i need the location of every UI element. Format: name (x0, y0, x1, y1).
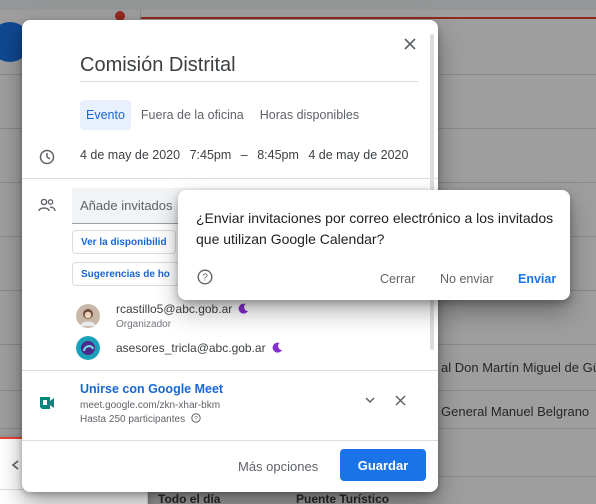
help-circle-icon[interactable]: ? (191, 413, 201, 423)
avatar (76, 304, 100, 328)
start-date[interactable]: 4 de may de 2020 (80, 148, 180, 162)
chevron-down-icon[interactable] (358, 388, 382, 412)
divider (22, 178, 438, 179)
help-circle-icon[interactable]: ? (196, 268, 214, 286)
remove-meet-close-icon[interactable] (388, 388, 412, 412)
dont-send-button[interactable]: No enviar (440, 272, 494, 286)
tab-event[interactable]: Evento (80, 100, 131, 130)
join-google-meet-link[interactable]: Unirse con Google Meet (80, 382, 223, 396)
close-button[interactable]: Cerrar (380, 272, 415, 286)
guest-email-text: rcastillo5@abc.gob.ar (116, 302, 233, 316)
event-type-tabs: Evento Fuera de la oficina Horas disponi… (80, 100, 365, 130)
guest-email-text: asesores_tricla@abc.gob.ar (116, 341, 266, 355)
svg-text:?: ? (202, 273, 208, 284)
more-options-button[interactable]: Más opciones (230, 453, 326, 480)
time-suggestions-button[interactable]: Sugerencias de ho (72, 262, 179, 286)
meet-limit-text: Hasta 250 participantes (80, 414, 186, 425)
save-button[interactable]: Guardar (340, 449, 426, 481)
tab-out-of-office[interactable]: Fuera de la oficina (135, 100, 250, 130)
start-time[interactable]: 7:45pm (190, 148, 232, 162)
moon-icon (272, 342, 283, 353)
divider (22, 370, 438, 371)
guest-email: asesores_tricla@abc.gob.ar (116, 341, 283, 355)
dialog-message: ¿Enviar invitaciones por correo electrón… (196, 210, 554, 247)
avatar (76, 336, 100, 360)
end-time[interactable]: 8:45pm (257, 148, 299, 162)
meet-participant-limit: Hasta 250 participantes ? (80, 413, 201, 425)
google-meet-icon (36, 392, 58, 414)
time-separator: – (240, 148, 248, 162)
send-invitations-dialog: ¿Enviar invitaciones por correo electrón… (178, 190, 570, 300)
divider (22, 440, 438, 441)
tab-available-hours[interactable]: Horas disponibles (254, 100, 365, 130)
end-date[interactable]: 4 de may de 2020 (308, 148, 408, 162)
send-button[interactable]: Enviar (518, 272, 556, 286)
event-title-input[interactable]: Comisión Distrital (80, 54, 418, 82)
people-icon (36, 194, 58, 216)
event-datetime: 4 de may de 2020 7:45pm – 8:45pm 4 de ma… (80, 148, 414, 162)
guest-role: Organizador (116, 319, 172, 330)
moon-icon (238, 303, 249, 314)
clock-icon (36, 146, 58, 168)
view-availability-button[interactable]: Ver la disponibilid (72, 230, 176, 254)
guest-email: rcastillo5@abc.gob.ar (116, 302, 249, 316)
svg-text:?: ? (194, 415, 198, 422)
meet-url: meet.google.com/zkn-xhar-bkm (80, 400, 221, 411)
close-icon[interactable] (398, 32, 422, 56)
screen: al Don Martín Miguel de Güe General Manu… (0, 0, 596, 504)
